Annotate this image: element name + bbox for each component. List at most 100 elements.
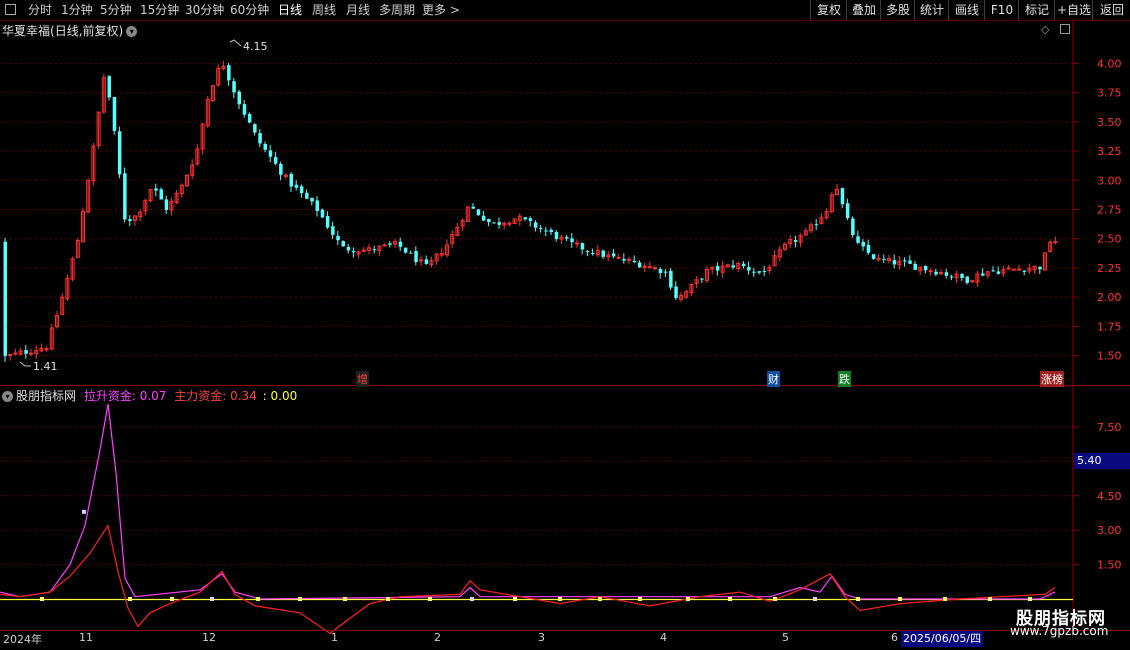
candle-body-down xyxy=(539,227,543,229)
candle-body-down xyxy=(658,269,663,274)
high-price-label: 4.15 xyxy=(243,40,268,53)
zero-line-marker xyxy=(598,597,602,601)
candle-body-down xyxy=(263,143,267,150)
candle-body-down xyxy=(294,184,299,188)
zero-line-marker xyxy=(298,597,302,601)
indicator-axis-label: 7.50 xyxy=(1097,421,1122,434)
event-marker-zeng[interactable]: 增 xyxy=(356,371,369,387)
event-marker-zhangbang[interactable]: 涨榜 xyxy=(1040,371,1064,387)
candle-body-up xyxy=(1011,268,1016,271)
date-label: 4 xyxy=(660,631,667,644)
candle-body-down xyxy=(523,217,527,220)
zero-line-marker xyxy=(773,597,777,601)
candle-body-down xyxy=(965,276,969,283)
candle-body-down xyxy=(315,200,319,211)
main-funds-line xyxy=(0,524,1056,635)
price-axis-label: 3.00 xyxy=(1097,174,1122,187)
candle-body-down xyxy=(554,231,559,240)
candle-body-down xyxy=(851,218,855,235)
candle-body-down xyxy=(565,237,569,239)
candle-body-down xyxy=(611,253,616,257)
candle-body-down xyxy=(903,260,907,262)
candle-body-down xyxy=(700,278,704,280)
zero-line-marker xyxy=(638,597,642,601)
event-marker-die[interactable]: 跌 xyxy=(838,371,851,387)
candle-body-down xyxy=(845,203,850,219)
date-label: 5 xyxy=(782,631,789,644)
indicator-chart[interactable]: 1.503.004.506.007.50 xyxy=(0,386,1130,650)
pull-funds-marker xyxy=(82,509,86,514)
price-chart[interactable]: 1.50 1.75 2.00 2.25 2.50 2.75 3.00 3.25 3.50 3.75… xyxy=(0,0,1130,386)
candle-body-down xyxy=(424,259,429,264)
date-label: 2 xyxy=(434,631,441,644)
candle-body-down xyxy=(814,224,819,226)
candle-body-down xyxy=(471,206,475,209)
indicator-axis-label: 4.50 xyxy=(1097,490,1122,503)
candle-body-down xyxy=(3,241,7,357)
high-price-pointer xyxy=(229,39,242,47)
pull-funds-line xyxy=(0,403,1056,600)
zero-line-marker xyxy=(728,597,732,601)
candle-body-down xyxy=(632,260,637,263)
zero-line-marker xyxy=(898,597,902,601)
candle-body-down xyxy=(949,276,954,278)
price-axis-label: 2.25 xyxy=(1097,262,1122,275)
event-marker-cai[interactable]: 财 xyxy=(767,371,780,387)
candle-body-down xyxy=(1038,266,1042,270)
candle-body-down xyxy=(351,251,356,253)
candle-body-up xyxy=(44,348,49,351)
candle-body-down xyxy=(674,286,678,299)
candle-body-down xyxy=(409,252,413,254)
candle-body-down xyxy=(227,65,231,81)
candle-body-down xyxy=(637,262,642,268)
date-label: 3 xyxy=(538,631,545,644)
zero-line-marker xyxy=(813,597,817,601)
candle-body-down xyxy=(913,263,917,270)
candle-body-down xyxy=(669,270,673,288)
candle-body-down xyxy=(242,104,247,115)
candle-body-down xyxy=(871,254,876,259)
candle-body-up xyxy=(1053,241,1058,244)
candle-body-down xyxy=(991,270,995,272)
price-axis-label: 2.50 xyxy=(1097,233,1122,246)
low-price-pointer xyxy=(19,361,31,367)
date-label: 2024年 xyxy=(3,633,42,646)
candle-body-down xyxy=(663,271,668,273)
candle-body-down xyxy=(923,266,928,271)
candle-body-down xyxy=(747,267,751,271)
price-axis-label: 3.50 xyxy=(1097,116,1122,129)
candle-body-down xyxy=(372,249,377,251)
zero-line-markers xyxy=(40,509,1032,601)
zero-line-marker xyxy=(386,597,390,601)
price-axis: 1.50 1.75 2.00 2.25 2.50 2.75 3.00 3.25 3.50 3.75… xyxy=(1073,57,1122,363)
zero-line-marker xyxy=(856,597,860,601)
candle-body-down xyxy=(908,260,912,264)
axis-highlight-value: 5.40 xyxy=(1074,453,1130,469)
price-axis-label: 3.75 xyxy=(1097,87,1122,100)
candle-body-down xyxy=(715,266,720,271)
candle-body-up xyxy=(13,352,18,355)
candle-body-down xyxy=(341,241,345,247)
candle-body-down xyxy=(336,235,340,241)
candle-body-down xyxy=(1022,270,1027,272)
candle-body-down xyxy=(944,272,949,276)
price-axis-label: 4.00 xyxy=(1097,57,1122,70)
candle-body-down xyxy=(934,271,938,275)
candle-body-up xyxy=(382,244,387,247)
price-axis-label: 1.75 xyxy=(1097,320,1122,333)
candle-body-up xyxy=(653,267,657,270)
candle-body-down xyxy=(544,230,548,232)
candle-body-down xyxy=(476,209,481,216)
zero-line-marker xyxy=(558,597,562,601)
candle-body-down xyxy=(117,131,122,175)
candle-body-down xyxy=(960,273,964,278)
candle-body-down xyxy=(310,197,314,202)
indicator-axis-label: 3.00 xyxy=(1097,524,1122,537)
candle-body-up xyxy=(8,354,13,357)
price-gridlines xyxy=(0,62,1073,357)
candle-body-down xyxy=(570,238,574,243)
candle-body-down xyxy=(320,209,325,218)
current-date-box: 2025/06/05/四 xyxy=(901,631,984,647)
candle-body-down xyxy=(154,188,158,191)
candle-body-down xyxy=(414,251,418,263)
